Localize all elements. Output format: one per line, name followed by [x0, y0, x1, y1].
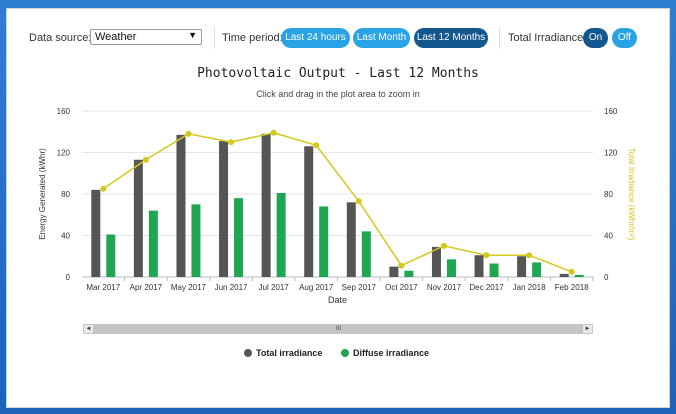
x-tick-label: Nov 2017 — [427, 283, 462, 292]
legend-item-total-irradiance[interactable]: Total irradiance — [244, 348, 322, 358]
irradiance-point[interactable] — [355, 198, 362, 205]
irradiance-point[interactable] — [398, 262, 405, 269]
irradiance-point[interactable] — [100, 185, 107, 192]
x-tick-label: Jan 2018 — [513, 283, 546, 292]
irradiance-point[interactable] — [270, 129, 277, 136]
x-tick-label: May 2017 — [171, 283, 207, 292]
bar-total-irradiance[interactable] — [389, 266, 399, 277]
irradiance-point[interactable] — [313, 142, 320, 149]
scroll-left-arrow-icon[interactable]: ◄ — [84, 325, 93, 333]
bar-diffuse-irradiance[interactable] — [234, 198, 244, 277]
x-tick-label: Feb 2018 — [555, 283, 589, 292]
bar-total-irradiance[interactable] — [474, 255, 484, 277]
y2-tick-label: 0 — [604, 273, 609, 282]
pv-output-chart[interactable]: 0 40 80 120 160 0 40 80 120 160 Energy Generated (… — [7, 9, 669, 407]
y-tick-label: 120 — [57, 149, 71, 158]
irradiance-point[interactable] — [228, 139, 235, 146]
scroll-right-arrow-icon[interactable]: ► — [583, 325, 592, 333]
bar-diffuse-irradiance[interactable] — [574, 274, 584, 277]
bar-diffuse-irradiance[interactable] — [191, 204, 201, 277]
pv-output-panel: Data source: Weather ▼ Time period: Last… — [6, 8, 670, 408]
x-tick-label: Mar 2017 — [86, 283, 120, 292]
x-tick-label: Jun 2017 — [215, 283, 248, 292]
y-tick-label: 160 — [57, 107, 71, 116]
x-axis-title: Date — [328, 295, 347, 305]
bar-total-irradiance[interactable] — [346, 202, 356, 277]
bar-diffuse-irradiance[interactable] — [404, 270, 414, 277]
bar-total-irradiance[interactable] — [91, 189, 101, 277]
y2-tick-label: 80 — [604, 190, 613, 199]
bar-diffuse-irradiance[interactable] — [276, 192, 286, 277]
y-tick-label: 0 — [66, 273, 71, 282]
bar-total-irradiance[interactable] — [219, 141, 229, 277]
y2-tick-label: 120 — [604, 149, 618, 158]
legend-item-diffuse-irradiance[interactable]: Diffuse irradiance — [341, 348, 429, 358]
bar-total-irradiance[interactable] — [559, 273, 569, 277]
y2-tick-label: 40 — [604, 232, 613, 241]
bar-total-irradiance[interactable] — [176, 134, 186, 277]
y-tick-label: 40 — [61, 232, 70, 241]
x-tick-label: Aug 2017 — [299, 283, 334, 292]
bar-diffuse-irradiance[interactable] — [532, 262, 542, 277]
irradiance-point[interactable] — [483, 252, 490, 259]
irradiance-point[interactable] — [568, 268, 575, 275]
legend-dot-icon — [244, 349, 252, 357]
bar-diffuse-irradiance[interactable] — [361, 231, 371, 277]
irradiance-point[interactable] — [142, 156, 149, 163]
bar-diffuse-irradiance[interactable] — [319, 206, 329, 277]
legend-label: Total irradiance — [256, 348, 323, 358]
bar-diffuse-irradiance[interactable] — [446, 259, 456, 277]
bar-total-irradiance[interactable] — [304, 146, 314, 277]
x-tick-label: Apr 2017 — [130, 283, 163, 292]
scrollbar-thumb[interactable]: III — [93, 325, 584, 333]
bar-diffuse-irradiance[interactable] — [106, 234, 116, 277]
chart-navigator-scrollbar[interactable]: ◄ III ► — [83, 324, 593, 334]
bar-total-irradiance[interactable] — [517, 256, 527, 277]
bar-total-irradiance[interactable] — [261, 133, 271, 277]
y2-tick-label: 160 — [604, 107, 618, 116]
bar-diffuse-irradiance[interactable] — [148, 210, 158, 277]
y-tick-label: 80 — [61, 190, 70, 199]
x-tick-label: Sep 2017 — [342, 283, 377, 292]
x-tick-label: Oct 2017 — [385, 283, 418, 292]
y-axis-title: Energy Generated (kWhr) — [38, 148, 47, 240]
irradiance-line[interactable] — [102, 132, 572, 273]
legend-dot-icon — [341, 349, 349, 357]
legend-label: Diffuse irradiance — [353, 348, 430, 358]
y2-axis-title: Total Irradiance (kWhr/m²) — [627, 148, 636, 241]
x-tick-label: Jul 2017 — [259, 283, 290, 292]
irradiance-point[interactable] — [526, 252, 533, 259]
x-tick-label: Dec 2017 — [469, 283, 504, 292]
bar-total-irradiance[interactable] — [133, 159, 143, 277]
irradiance-point[interactable] — [185, 130, 192, 137]
irradiance-point[interactable] — [440, 242, 447, 249]
bar-diffuse-irradiance[interactable] — [489, 263, 499, 277]
